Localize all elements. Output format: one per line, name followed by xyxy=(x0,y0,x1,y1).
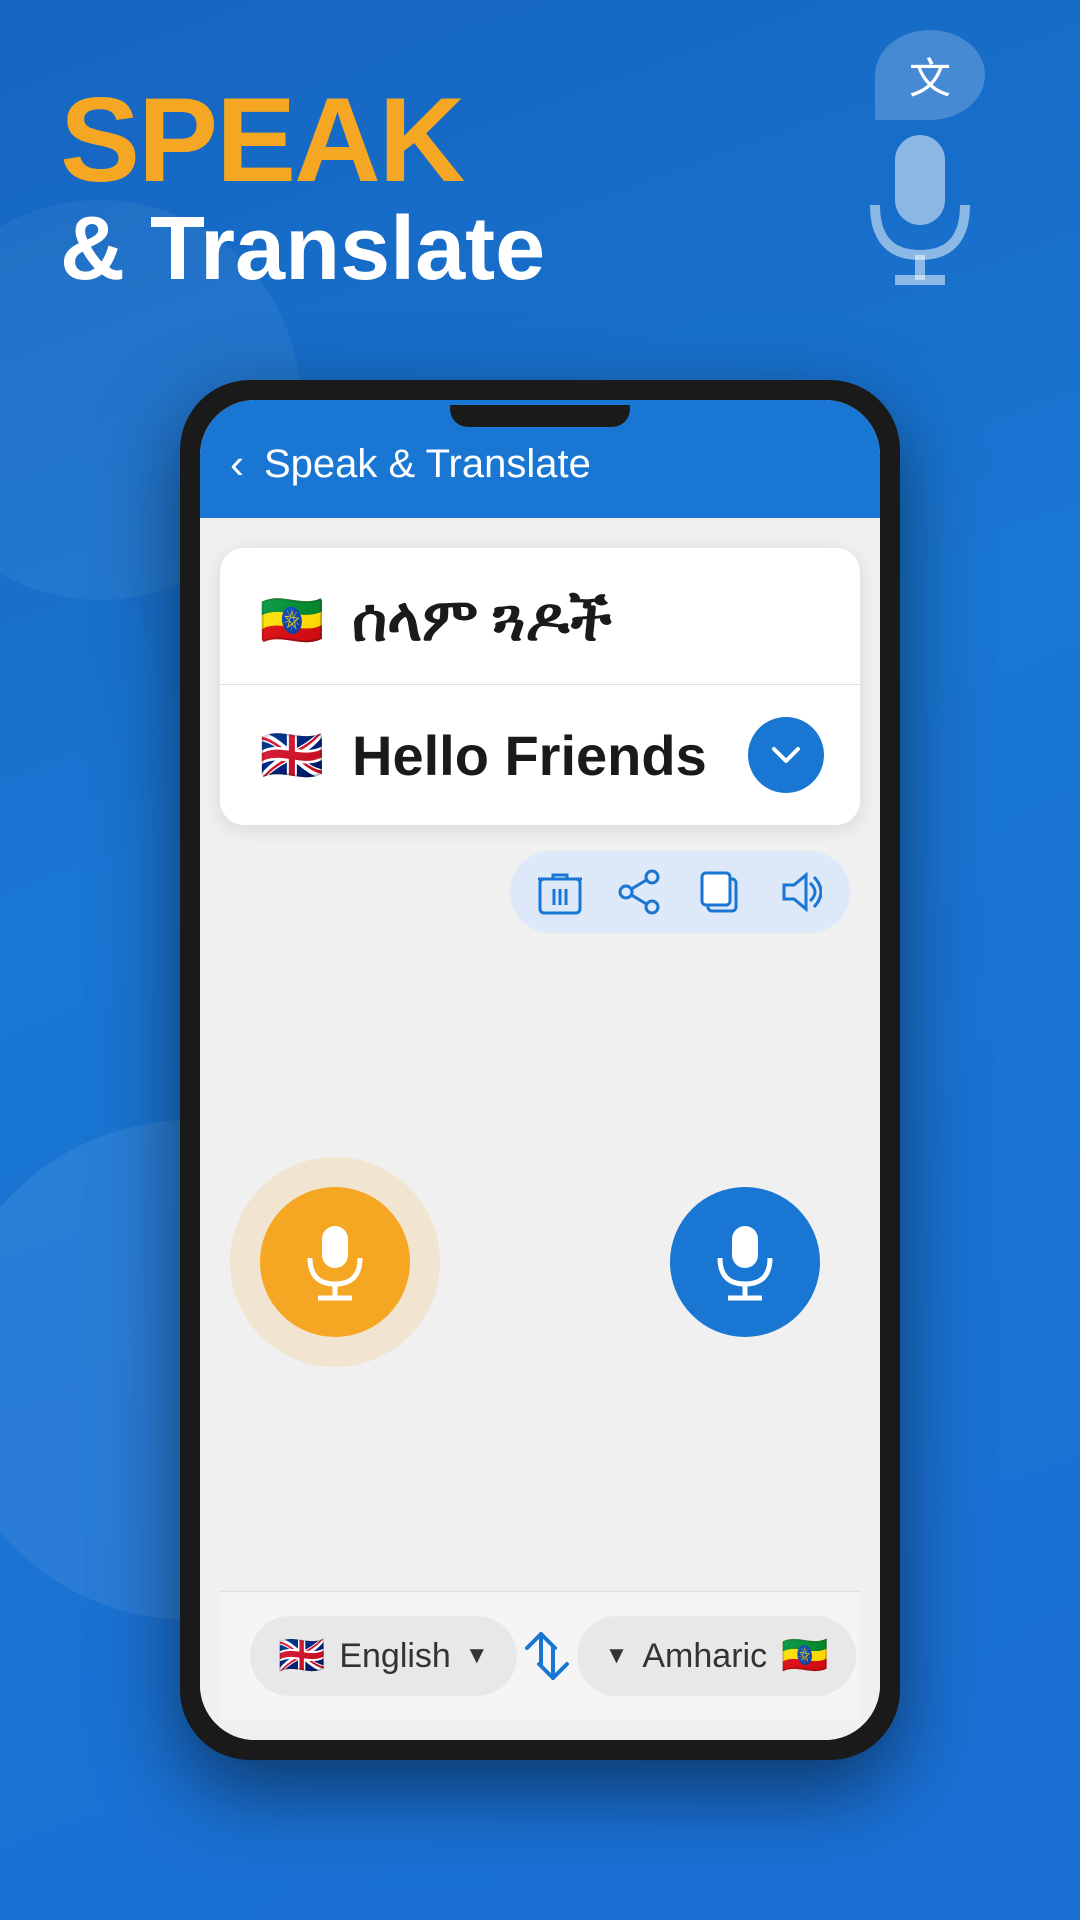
expand-button[interactable] xyxy=(748,717,824,793)
source-flag: 🇪🇹 xyxy=(256,584,328,656)
target-text: Hello Friends xyxy=(352,723,724,788)
translate-bubble: 文 xyxy=(875,30,985,120)
target-mic-button[interactable] xyxy=(670,1187,820,1337)
target-lang-label: Amharic xyxy=(642,1637,767,1676)
app-bar-title: Speak & Translate xyxy=(264,442,591,487)
source-lang-label: English xyxy=(339,1637,451,1676)
delete-button[interactable] xyxy=(538,869,582,915)
target-row: 🇬🇧 Hello Friends xyxy=(220,685,860,825)
top-mic-icon xyxy=(840,110,1000,310)
phone-screen: ‹ Speak & Translate 🇪🇹 ሰላም ጓዶች 🇬🇧 xyxy=(200,400,880,1740)
source-text: ሰላም ጓዶች xyxy=(352,586,824,655)
source-language-selector[interactable]: 🇬🇧 English ▼ xyxy=(250,1616,517,1696)
phone-notch xyxy=(450,405,630,427)
target-flag: 🇬🇧 xyxy=(256,719,328,791)
phone-mockup: ‹ Speak & Translate 🇪🇹 ሰላም ጓዶች 🇬🇧 xyxy=(180,380,900,1760)
swap-languages-button[interactable] xyxy=(517,1616,577,1696)
translate-bubble-icon: 文 xyxy=(909,45,951,106)
source-mic-button[interactable] xyxy=(260,1187,410,1337)
translation-card: 🇪🇹 ሰላም ጓዶች 🇬🇧 Hello Friends xyxy=(220,548,860,825)
source-row: 🇪🇹 ሰላም ጓዶች xyxy=(220,548,860,685)
target-language-selector[interactable]: ▼ Amharic 🇪🇹 xyxy=(577,1616,857,1696)
audio-button[interactable] xyxy=(778,869,822,915)
source-lang-arrow: ▼ xyxy=(465,1642,489,1670)
source-lang-flag: 🇬🇧 xyxy=(278,1634,325,1678)
share-button[interactable] xyxy=(618,869,662,915)
target-lang-flag: 🇪🇹 xyxy=(781,1634,828,1678)
action-buttons-row xyxy=(220,851,860,933)
action-btn-group xyxy=(510,851,850,933)
language-bar: 🇬🇧 English ▼ ▼ Amharic 🇪🇹 xyxy=(220,1591,860,1720)
target-lang-arrow: ▼ xyxy=(605,1642,629,1670)
speak-title: SPEAK xyxy=(60,80,545,200)
mic-area xyxy=(220,949,860,1575)
copy-button[interactable] xyxy=(698,869,742,915)
top-mic-decoration: 文 xyxy=(840,30,1000,310)
app-content: 🇪🇹 ሰላም ጓዶች 🇬🇧 Hello Friends xyxy=(200,518,880,1740)
back-button[interactable]: ‹ xyxy=(230,440,244,488)
translate-subtitle: & Translate xyxy=(60,200,545,299)
header-text-area: SPEAK & Translate xyxy=(60,80,545,299)
